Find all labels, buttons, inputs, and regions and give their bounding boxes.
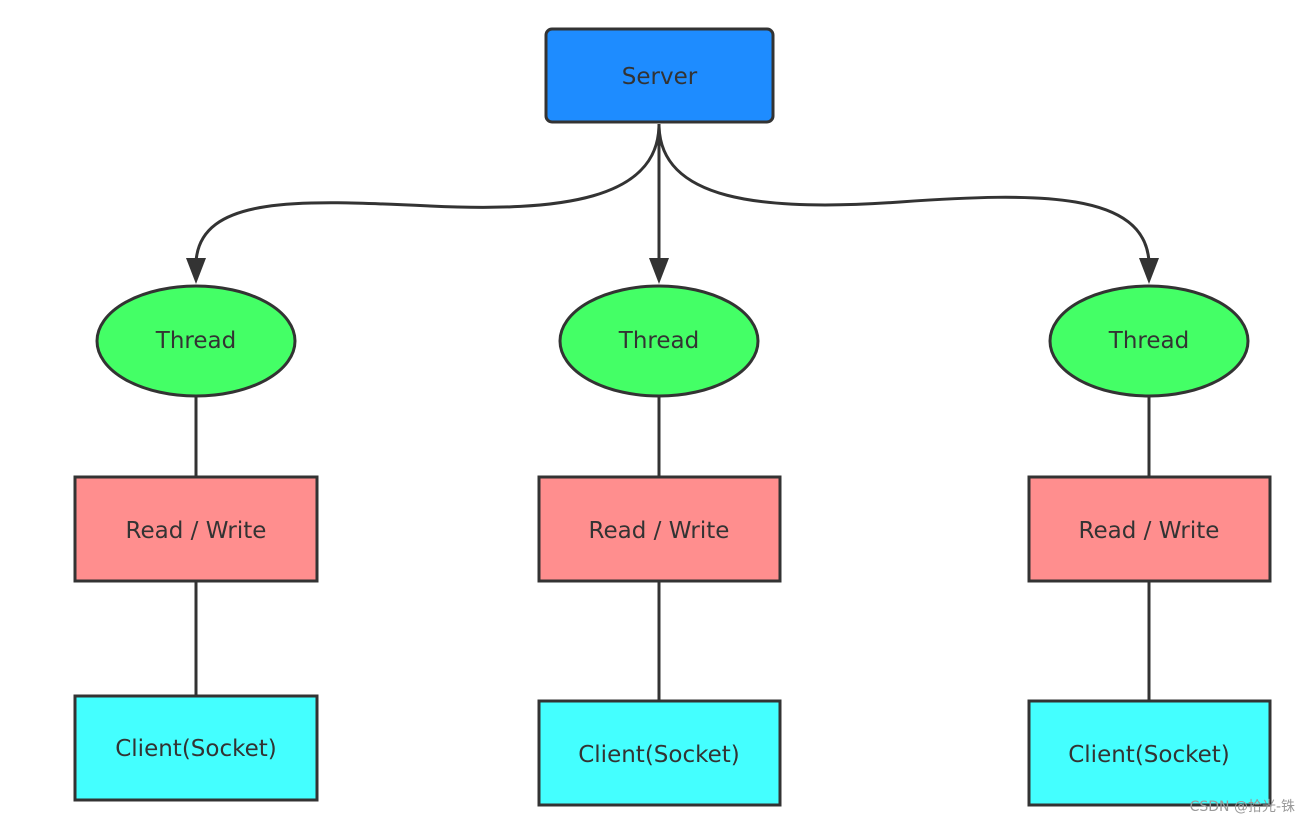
rw-label: Read / Write bbox=[589, 518, 730, 544]
rw-label: Read / Write bbox=[1079, 518, 1220, 544]
thread-label: Thread bbox=[618, 328, 699, 354]
thread-label: Thread bbox=[155, 328, 236, 354]
thread-label: Thread bbox=[1108, 328, 1189, 354]
server-label: Server bbox=[622, 64, 698, 90]
rw-label: Read / Write bbox=[126, 518, 267, 544]
client-label: Client(Socket) bbox=[115, 736, 277, 762]
server-node: Server bbox=[544, 27, 775, 124]
arrowhead-3 bbox=[1139, 258, 1159, 284]
watermark: CSDN @拾光-铢 bbox=[1189, 799, 1295, 815]
diagram: Server Thread Thread Thread Read / Write… bbox=[73, 27, 1272, 807]
arrowhead-2 bbox=[649, 258, 669, 284]
client-label: Client(Socket) bbox=[578, 742, 740, 768]
client-label: Client(Socket) bbox=[1068, 742, 1230, 768]
edge-server-thread-3 bbox=[657, 123, 1151, 263]
arrowhead-1 bbox=[186, 258, 206, 284]
edge-server-thread-1 bbox=[194, 123, 661, 263]
